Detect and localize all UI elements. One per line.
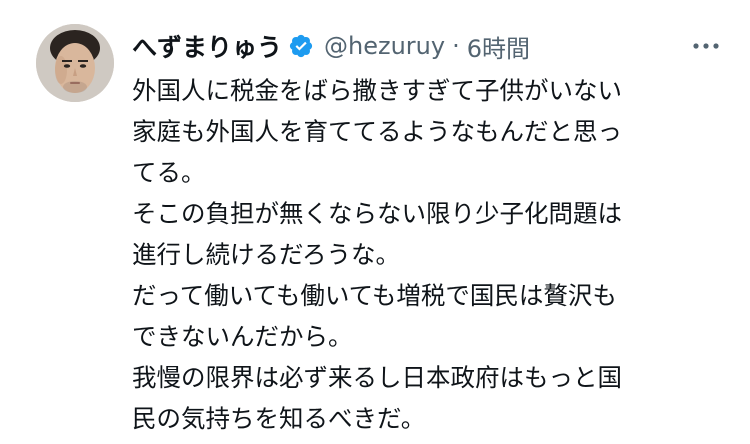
tweet-timestamp[interactable]: 6時間 xyxy=(467,29,530,64)
display-name[interactable]: へずまりゅう xyxy=(132,28,282,64)
tweet-header: へずまりゅう @hezuruy · 6時間 xyxy=(132,26,724,66)
verified-badge-icon xyxy=(288,33,314,59)
avatar-image xyxy=(36,24,114,102)
user-handle[interactable]: @hezuruy xyxy=(324,32,445,60)
avatar[interactable] xyxy=(36,24,114,102)
tweet-text: 外国人に税金をばら撒きすぎて子供がいない 家庭も外国人を育ててるようなもんだと思… xyxy=(132,76,622,433)
tweet: へずまりゅう @hezuruy · 6時間 外国人に税金をばら撒きすぎて子供がい… xyxy=(0,0,750,444)
header-separator: · xyxy=(452,32,460,60)
more-options-icon[interactable] xyxy=(688,31,724,61)
